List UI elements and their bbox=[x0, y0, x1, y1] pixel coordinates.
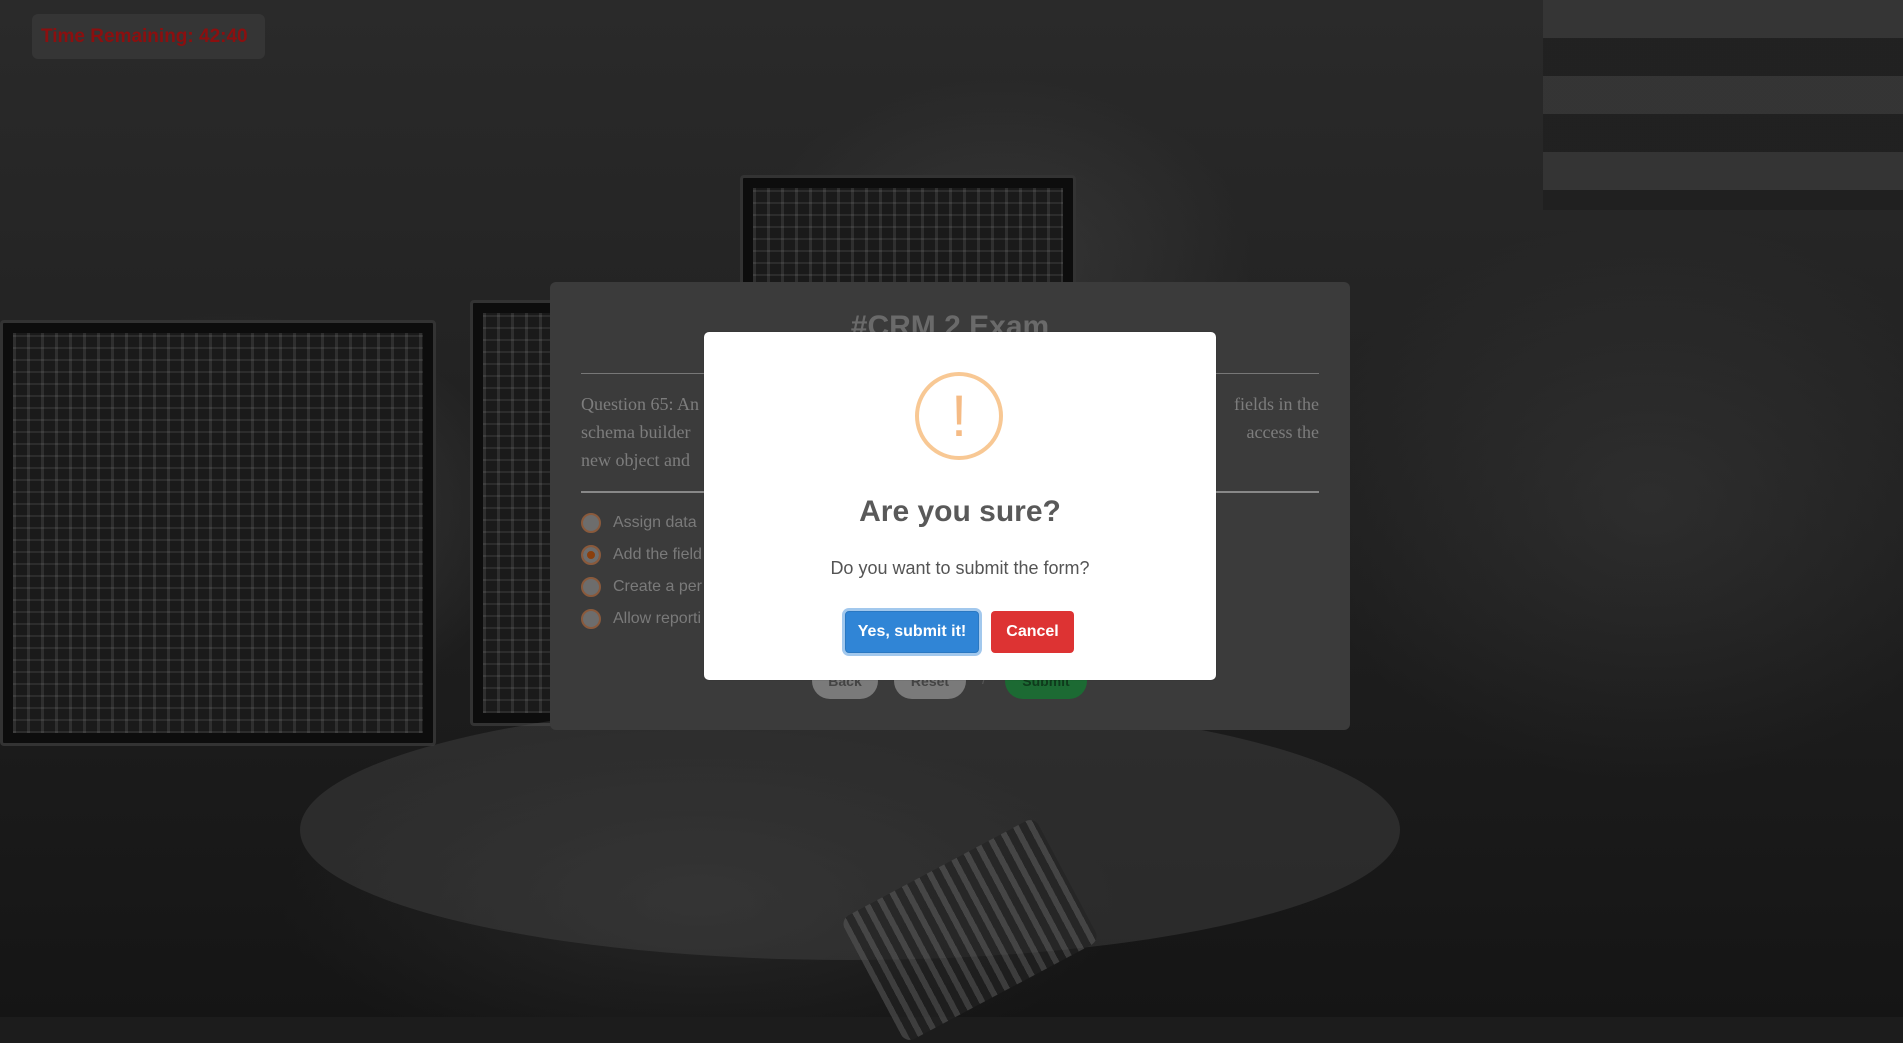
confirm-dialog: ! Are you sure? Do you want to submit th… bbox=[704, 332, 1216, 680]
dialog-title: Are you sure? bbox=[859, 495, 1061, 528]
cancel-button[interactable]: Cancel bbox=[991, 611, 1074, 653]
warning-icon: ! bbox=[915, 372, 1003, 460]
confirm-submit-button[interactable]: Yes, submit it! bbox=[845, 611, 979, 653]
dialog-message: Do you want to submit the form? bbox=[830, 558, 1090, 578]
